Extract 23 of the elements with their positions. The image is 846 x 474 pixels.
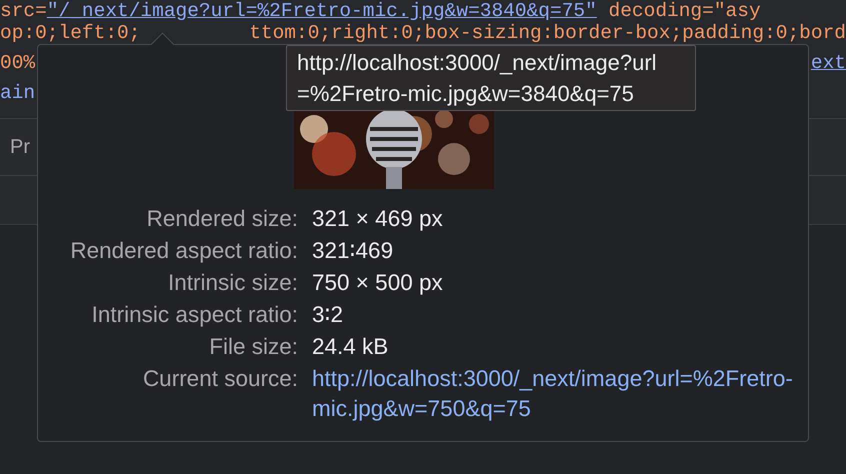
panel-tab[interactable]: Pr (10, 136, 30, 158)
property-value: 321 × 469 px (312, 207, 444, 231)
code-text: ain (0, 82, 36, 104)
code-text: src= (0, 0, 47, 22)
property-label: Intrinsic size: (166, 271, 298, 295)
property-label: File size: (208, 335, 298, 359)
code-text: 00% (0, 52, 36, 74)
code-text: op:0;left:0; (0, 22, 140, 44)
property-value: 24.4 kB (312, 335, 390, 359)
code-text: decoding= (608, 0, 714, 22)
code-link[interactable]: "/_next/image?url=%2Fretro-mic.jpg&w=3840&q=75" (46, 0, 597, 22)
property-value: 750 × 500 px (312, 271, 444, 295)
property-label: Intrinsic aspect ratio: (90, 303, 298, 327)
property-value: 321∶469 (312, 239, 394, 263)
source-link[interactable]: http://localhost:3000/_next/image?url=%2Fretro-mic.jpg&w=750&q=75 (312, 364, 802, 424)
property-label: Rendered aspect ratio: (69, 239, 298, 263)
property-label: Current source: (142, 367, 298, 393)
code-text: "asy (714, 0, 761, 22)
code-text: ttom:0;right:0;box-sizing:border-box;padding:0;bord (249, 22, 846, 44)
property-label: Rendered size: (146, 207, 298, 231)
code-link[interactable]: ext (810, 52, 846, 74)
url-tooltip: http://localhost:3000/_next/image?url=%2Fretro-mic.jpg&w=3840&q=75 (286, 45, 696, 111)
property-value: 3∶2 (312, 303, 344, 327)
